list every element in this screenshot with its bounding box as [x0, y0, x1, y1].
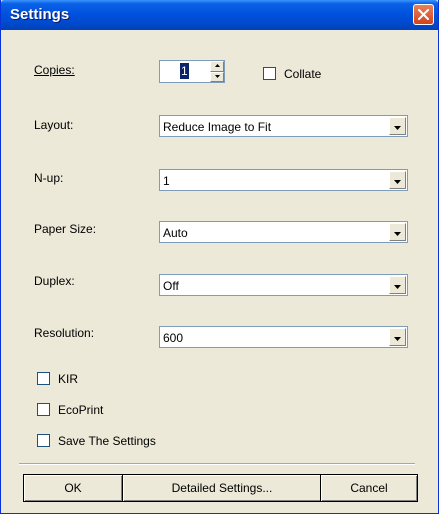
spin-up-button[interactable] — [210, 61, 224, 72]
paper-size-dropdown-button[interactable] — [389, 223, 406, 241]
duplex-dropdown-button[interactable] — [389, 276, 406, 294]
copies-label-text: Copies: — [34, 63, 75, 77]
kir-checkbox[interactable] — [37, 372, 50, 385]
nup-dropdown-button[interactable] — [389, 171, 406, 189]
nup-label: N-up: — [34, 171, 64, 185]
layout-dropdown-button[interactable] — [389, 117, 406, 135]
duplex-select[interactable]: Off — [159, 274, 408, 296]
resolution-dropdown-button[interactable] — [389, 328, 406, 346]
save-settings-checkbox[interactable] — [37, 434, 50, 447]
chevron-down-icon — [394, 225, 401, 239]
kir-label[interactable]: KIR — [58, 372, 78, 386]
paper-size-select[interactable]: Auto — [159, 221, 408, 243]
copies-spin-buttons — [210, 61, 224, 82]
duplex-value: Off — [163, 279, 179, 293]
copies-spinner[interactable]: 1 — [159, 60, 225, 83]
resolution-label: Resolution: — [34, 326, 95, 340]
nup-value: 1 — [163, 174, 170, 188]
collate-label[interactable]: Collate — [284, 67, 321, 81]
settings-dialog: Settings Copies: 1 Collate Layout: Reduc… — [0, 0, 439, 514]
close-button[interactable] — [413, 4, 434, 25]
window-title: Settings — [10, 6, 70, 23]
layout-value: Reduce Image to Fit — [163, 120, 272, 134]
ok-button[interactable]: OK — [23, 474, 123, 502]
chevron-down-icon — [394, 173, 401, 187]
title-bar[interactable]: Settings — [1, 0, 438, 30]
paper-size-label: Paper Size: — [34, 222, 97, 236]
close-icon — [418, 9, 429, 20]
spin-up-icon — [214, 63, 220, 69]
resolution-value: 600 — [163, 331, 184, 345]
save-settings-label[interactable]: Save The Settings — [58, 434, 156, 448]
detailed-settings-button[interactable]: Detailed Settings... — [122, 474, 322, 502]
layout-label: Layout: — [34, 118, 74, 132]
chevron-down-icon — [394, 119, 401, 133]
paper-size-value: Auto — [163, 226, 188, 240]
collate-checkbox[interactable] — [263, 67, 276, 80]
chevron-down-icon — [394, 278, 401, 292]
copies-label: Copies: — [34, 63, 75, 77]
duplex-label: Duplex: — [34, 274, 75, 288]
resolution-select[interactable]: 600 — [159, 326, 408, 348]
spin-down-button[interactable] — [210, 71, 224, 82]
copies-value[interactable]: 1 — [180, 63, 189, 79]
chevron-down-icon — [394, 330, 401, 344]
ecoprint-checkbox[interactable] — [37, 403, 50, 416]
spin-down-icon — [214, 74, 220, 80]
ecoprint-label[interactable]: EcoPrint — [58, 403, 103, 417]
divider — [19, 463, 415, 465]
cancel-button[interactable]: Cancel — [320, 474, 418, 502]
layout-select[interactable]: Reduce Image to Fit — [159, 115, 408, 137]
nup-select[interactable]: 1 — [159, 169, 408, 191]
